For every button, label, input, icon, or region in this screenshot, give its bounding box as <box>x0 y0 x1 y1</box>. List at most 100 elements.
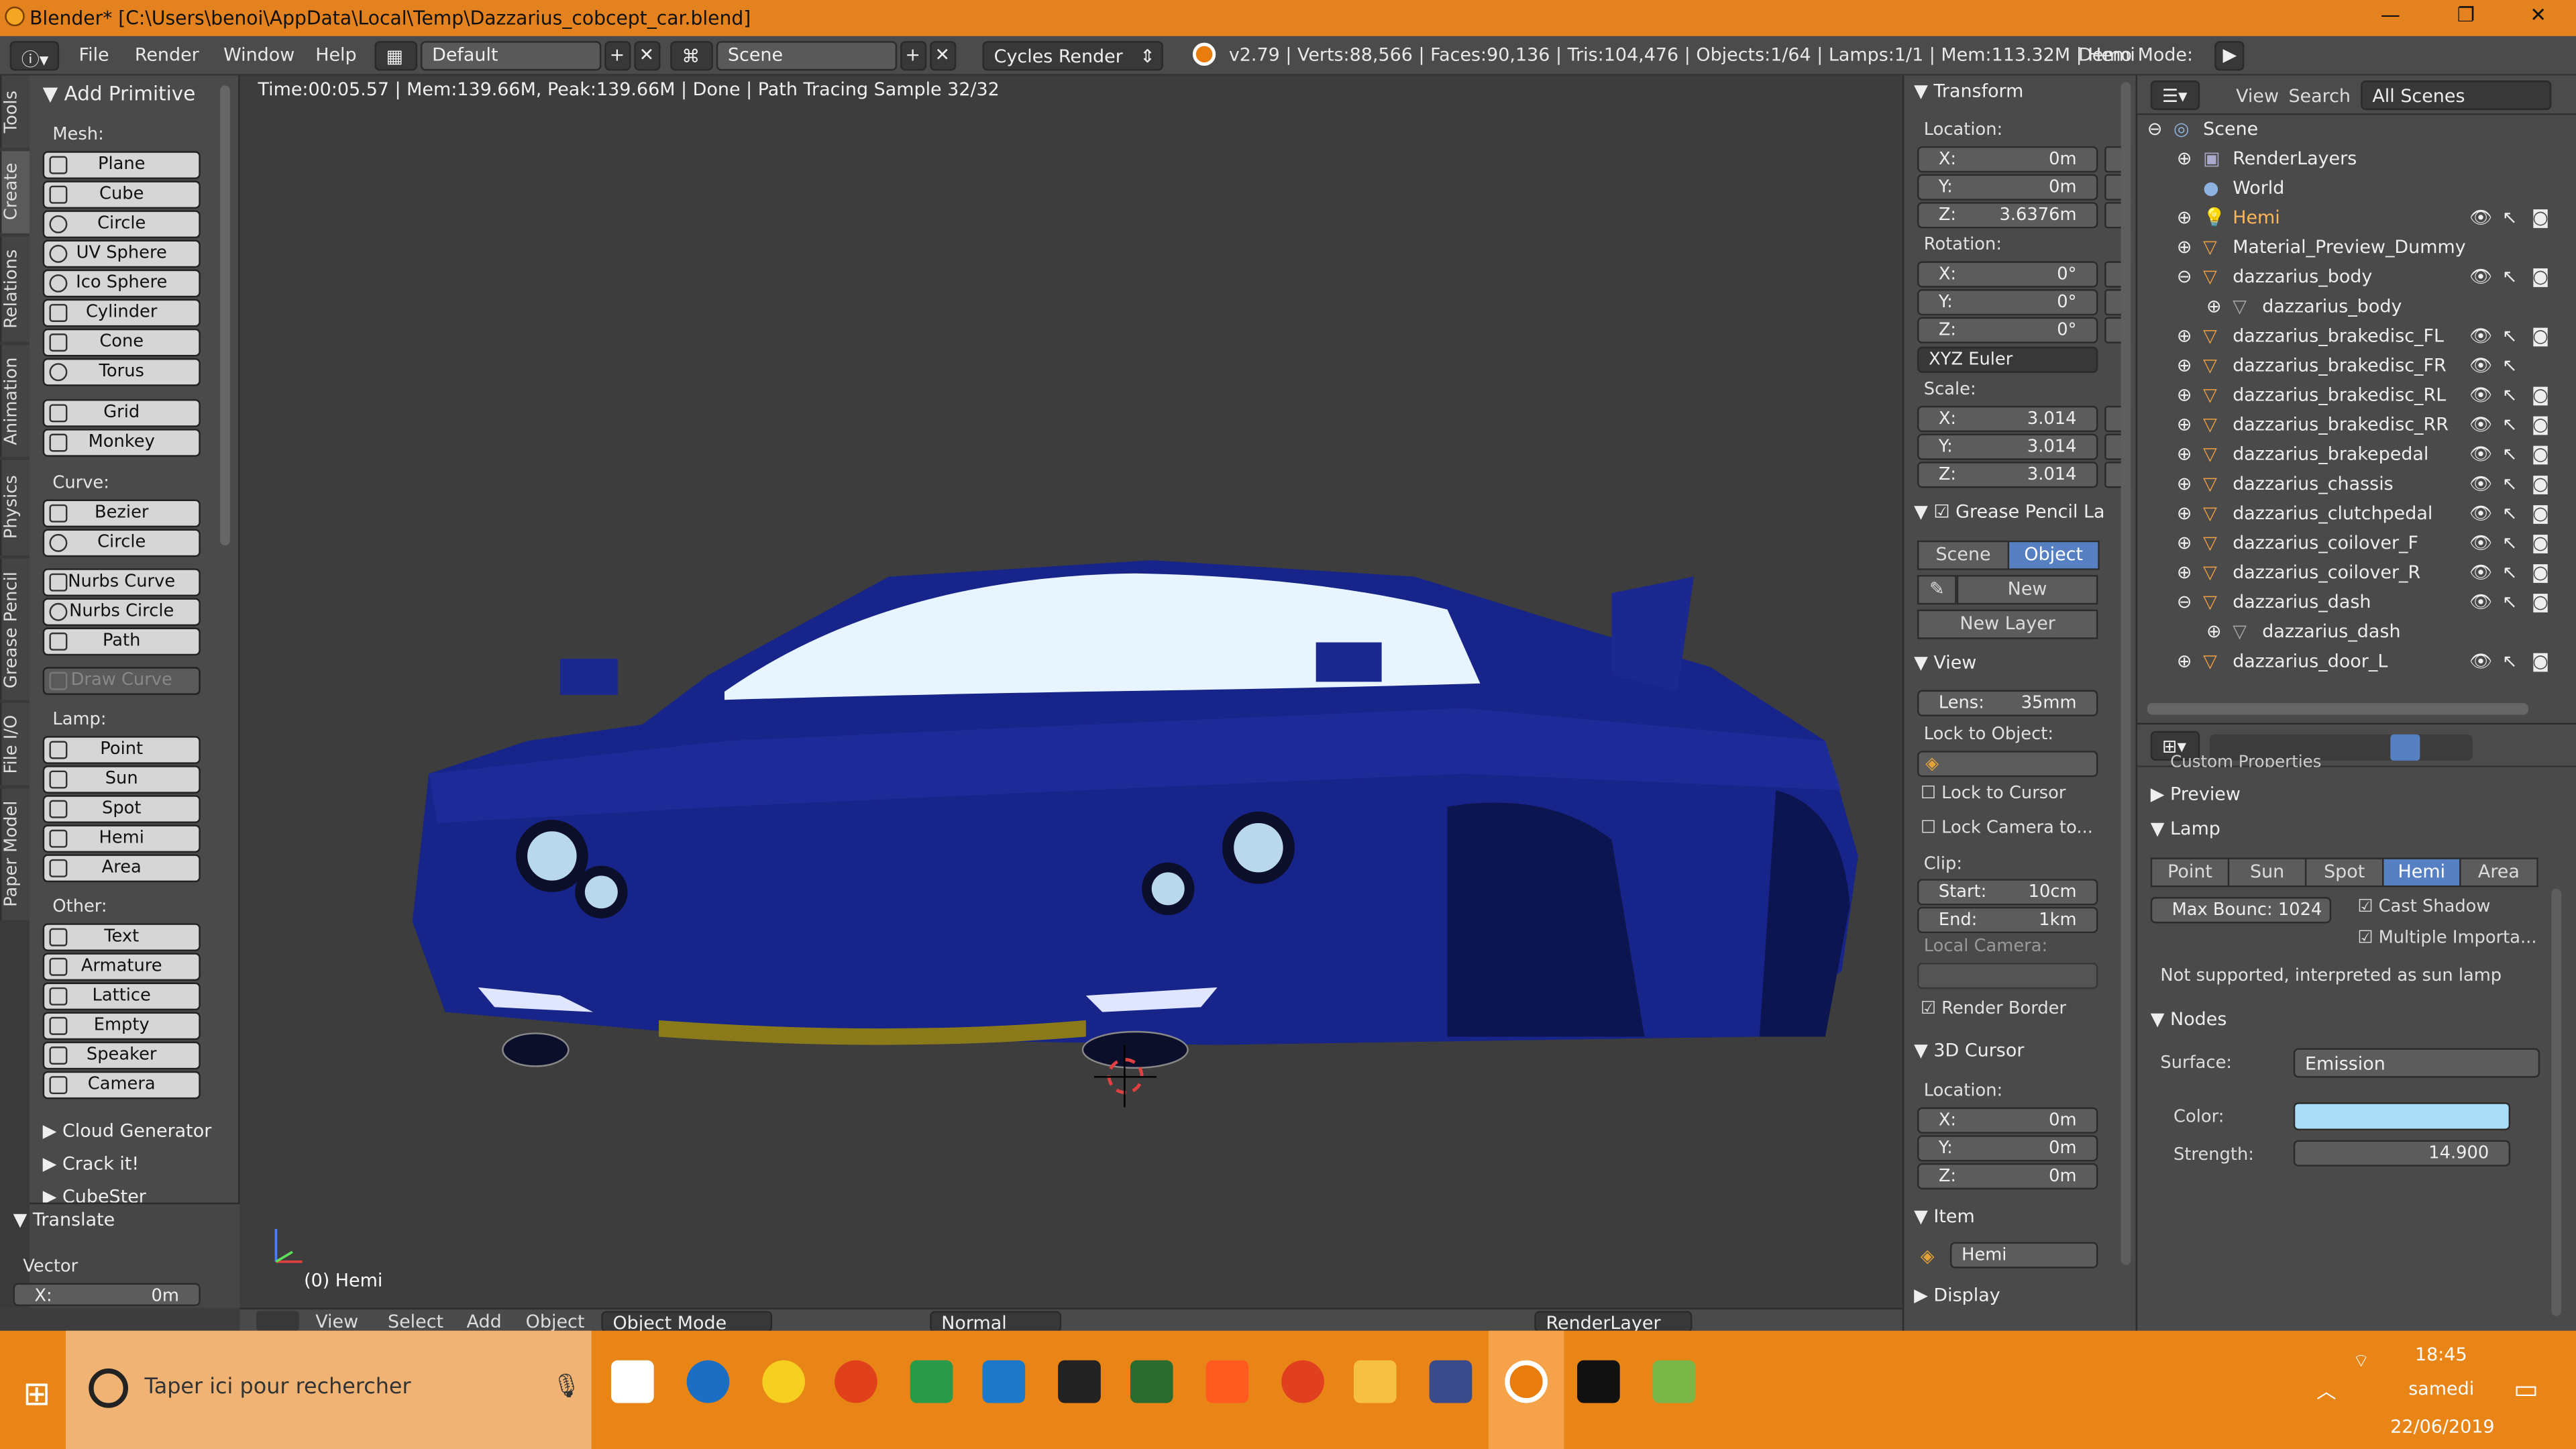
cursor-select-icon[interactable]: ↖ <box>2502 651 2518 672</box>
outliner-row-renderlayers[interactable]: ⊕ ▣ RenderLayers <box>2137 148 2565 177</box>
eye-icon[interactable]: 👁 <box>2469 532 2492 553</box>
scene-icon[interactable]: ⌘ <box>670 41 713 71</box>
cursor-select-icon[interactable]: ↖ <box>2502 325 2518 347</box>
render-icon[interactable]: ◙ <box>2532 266 2549 288</box>
rotation-y-field[interactable]: Y: 0° <box>1917 289 2098 316</box>
close-button[interactable]: ✕ <box>2500 3 2576 33</box>
vlc-icon[interactable] <box>1205 1360 1249 1403</box>
x-app-icon[interactable] <box>1577 1360 1620 1403</box>
rotation-z-field[interactable]: Z: 0° <box>1917 317 2098 343</box>
tab-tools[interactable]: Tools <box>0 75 30 148</box>
lens-field[interactable]: Lens: 35mm <box>1917 690 2098 716</box>
gp-object-tab[interactable]: Object <box>2007 540 2100 570</box>
cursor-select-icon[interactable]: ↖ <box>2502 562 2518 584</box>
location-y-field[interactable]: Y: 0m <box>1917 174 2098 201</box>
render-icon[interactable]: ◙ <box>2532 532 2549 553</box>
viewport-menu-view[interactable]: View <box>315 1311 358 1332</box>
outliner-row-world[interactable]: ● World <box>2137 177 2565 207</box>
tab-physics[interactable]: Physics <box>0 460 30 555</box>
menu-file[interactable]: File <box>79 44 109 66</box>
tab-animation[interactable]: Animation <box>0 345 30 457</box>
grease-pencil-header[interactable]: ▼ ☑ Grease Pencil La <box>1914 501 2104 523</box>
menu-window[interactable]: Window <box>223 44 294 66</box>
add-primitive-header[interactable]: ▼ Add Primitive <box>43 82 196 105</box>
outliner-row-brakedisc-rl[interactable]: ⊕ ▽ dazzarius_brakedisc_RL 👁 ↖ ◙ <box>2137 384 2565 414</box>
play-icon[interactable]: ▶ <box>2214 41 2245 71</box>
cubester-panel[interactable]: ▶ CubeSter <box>43 1186 146 1202</box>
cursor-header[interactable]: ▼ 3D Cursor <box>1914 1040 2024 1061</box>
eye-icon[interactable]: 👁 <box>2469 266 2492 288</box>
layout-icon[interactable]: ▦ <box>374 41 418 71</box>
outliner-row-door-l[interactable]: ⊕ ▽ dazzarius_door_L 👁 ↖ ◙ <box>2137 651 2565 680</box>
lock-object-field[interactable]: ◈ <box>1917 751 2098 777</box>
eye-icon[interactable]: 👁 <box>2469 473 2492 494</box>
add-path-button[interactable]: Path <box>42 627 201 656</box>
item-header[interactable]: ▼ Item <box>1914 1206 1975 1228</box>
color-swatch[interactable] <box>2293 1102 2511 1130</box>
outliner-menu-search[interactable]: Search <box>2288 85 2351 107</box>
sidebar-scrollbar[interactable] <box>2121 82 2131 1265</box>
epic-games-icon[interactable] <box>1058 1360 1101 1403</box>
toolshelf-scrollbar[interactable] <box>220 85 230 546</box>
lamp-data-tab-icon[interactable] <box>2390 734 2420 761</box>
outliner-menu-view[interactable]: View <box>2236 85 2279 107</box>
lamp-type-spot[interactable]: Spot <box>2304 857 2384 888</box>
eye-icon[interactable]: 👁 <box>2469 562 2492 584</box>
add-uv-sphere-button[interactable]: UV Sphere <box>42 239 201 268</box>
clock-date[interactable]: 22/06/2019 <box>2390 1416 2494 1438</box>
outliner-row-scene[interactable]: ⊖ ◎ Scene <box>2137 118 2565 148</box>
add-bezier-button[interactable]: Bezier <box>42 499 201 528</box>
outliner-row-material-preview[interactable]: ⊕ ▽ Material_Preview_Dummy <box>2137 237 2565 266</box>
cursor-select-icon[interactable]: ↖ <box>2502 502 2518 524</box>
outliner-row-dash[interactable]: ⊖ ▽ dazzarius_dash 👁 ↖ ◙ <box>2137 592 2565 621</box>
add-nurbs-circle-button[interactable]: Nurbs Circle <box>42 598 201 627</box>
local-camera-field[interactable] <box>1917 963 2098 989</box>
image-viewer-icon[interactable] <box>1652 1360 1696 1403</box>
add-grid-button[interactable]: Grid <box>42 399 201 427</box>
outliner-editor-icon[interactable]: ☰▾ <box>2150 80 2200 111</box>
eye-icon[interactable]: 👁 <box>2469 502 2492 524</box>
translate-header[interactable]: ▼ Translate <box>13 1209 115 1230</box>
preview-header[interactable]: ▶ Preview <box>2151 784 2241 805</box>
cursor-select-icon[interactable]: ↖ <box>2502 443 2518 465</box>
lamp-type-point[interactable]: Point <box>2150 857 2230 888</box>
add-hemi-lamp-button[interactable]: Hemi <box>42 824 201 853</box>
scale-x-field[interactable]: X: 3.014 <box>1917 405 2098 433</box>
location-z-field[interactable]: Z: 3.6376m <box>1917 202 2098 229</box>
add-torus-button[interactable]: Torus <box>42 358 201 386</box>
add-speaker-button[interactable]: Speaker <box>42 1041 201 1070</box>
lamp-type-sun[interactable]: Sun <box>2227 857 2307 888</box>
cursor-z-field[interactable]: Z: 0m <box>1917 1163 2098 1190</box>
render-icon[interactable]: ◙ <box>2532 325 2549 347</box>
add-curve-circle-button[interactable]: Circle <box>42 529 201 557</box>
eye-icon[interactable]: 👁 <box>2469 384 2492 406</box>
add-ico-sphere-button[interactable]: Ico Sphere <box>42 269 201 298</box>
render-icon[interactable]: ◙ <box>2532 443 2549 465</box>
kodi-icon[interactable] <box>982 1360 1026 1403</box>
gp-scene-tab[interactable]: Scene <box>1917 540 2010 570</box>
editor-type-icon[interactable]: ⓘ▾ <box>9 41 60 71</box>
tab-create[interactable]: Create <box>0 151 30 233</box>
outliner-row-coilover-r[interactable]: ⊕ ▽ dazzarius_coilover_R 👁 ↖ ◙ <box>2137 562 2565 592</box>
cast-shadow-checkbox[interactable]: ☑ Cast Shadow <box>2357 897 2490 916</box>
outliner-row-chassis[interactable]: ⊕ ▽ dazzarius_chassis 👁 ↖ ◙ <box>2137 473 2565 502</box>
tab-grease-pencil[interactable]: Grease Pencil <box>0 558 30 700</box>
3d-viewport[interactable]: Time:00:05.57 | Mem:139.66M, Peak:139.66… <box>239 75 1902 1308</box>
render-icon[interactable]: ◙ <box>2532 414 2549 435</box>
add-scene-button[interactable]: + <box>900 41 927 71</box>
scale-y-field[interactable]: Y: 3.014 <box>1917 433 2098 460</box>
render-icon[interactable]: ◙ <box>2532 473 2549 494</box>
vector-x-field[interactable]: X: 0m <box>13 1283 201 1306</box>
lamp-header[interactable]: ▼ Lamp <box>2151 818 2220 840</box>
network-icon[interactable]: ⌔ <box>2353 1350 2369 1373</box>
outliner-row-brakepedal[interactable]: ⊕ ▽ dazzarius_brakepedal 👁 ↖ ◙ <box>2137 443 2565 473</box>
add-armature-button[interactable]: Armature <box>42 953 201 981</box>
clock-time[interactable]: 18:45 <box>2415 1344 2467 1365</box>
game-icon[interactable] <box>1429 1360 1472 1403</box>
menu-render[interactable]: Render <box>135 44 199 66</box>
origin-icon[interactable] <box>835 1360 877 1403</box>
nodes-header[interactable]: ▼ Nodes <box>2151 1009 2227 1030</box>
eye-icon[interactable]: 👁 <box>2469 414 2492 435</box>
viewport-editor-icon[interactable] <box>256 1311 299 1331</box>
maximize-button[interactable]: ❐ <box>2428 3 2504 33</box>
